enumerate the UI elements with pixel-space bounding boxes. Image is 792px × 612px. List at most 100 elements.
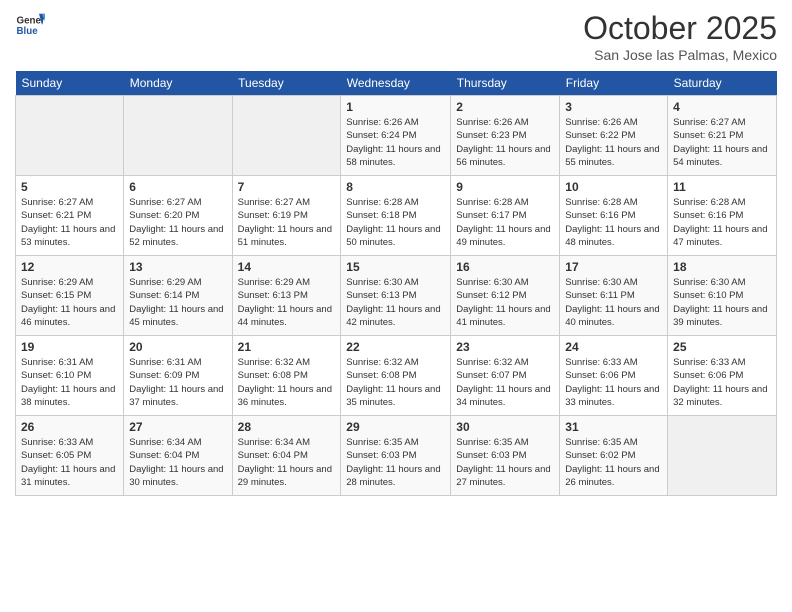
calendar-cell: 20 Sunrise: 6:31 AMSunset: 6:09 PMDayligh…	[124, 336, 232, 416]
day-number: 12	[21, 260, 118, 274]
day-number: 9	[456, 180, 554, 194]
day-number: 18	[673, 260, 771, 274]
day-number: 24	[565, 340, 662, 354]
day-number: 4	[673, 100, 771, 114]
day-info: Sunrise: 6:32 AMSunset: 6:08 PMDaylight:…	[346, 356, 445, 409]
day-number: 3	[565, 100, 662, 114]
day-info: Sunrise: 6:33 AMSunset: 6:06 PMDaylight:…	[673, 356, 771, 409]
day-info: Sunrise: 6:28 AMSunset: 6:16 PMDaylight:…	[565, 196, 662, 249]
calendar-cell: 2Sunrise: 6:26 AMSunset: 6:23 PMDaylight…	[451, 96, 560, 176]
weekday-header-sunday: Sunday	[16, 71, 124, 96]
calendar-cell: 22 Sunrise: 6:32 AMSunset: 6:08 PMDayligh…	[341, 336, 451, 416]
day-info: Sunrise: 6:26 AMSunset: 6:22 PMDaylight:…	[565, 116, 662, 169]
week-row-3: 12Sunrise: 6:29 AMSunset: 6:15 PMDayligh…	[16, 256, 777, 336]
logo: General Blue	[15, 10, 47, 40]
weekday-header-row: SundayMondayTuesdayWednesdayThursdayFrid…	[16, 71, 777, 96]
day-number: 20	[129, 340, 226, 354]
day-info: Sunrise: 6:26 AMSunset: 6:24 PMDaylight:…	[346, 116, 445, 169]
calendar-cell: 23Sunrise: 6:32 AMSunset: 6:07 PMDayligh…	[451, 336, 560, 416]
day-number: 31	[565, 420, 662, 434]
day-info: Sunrise: 6:28 AMSunset: 6:16 PMDaylight:…	[673, 196, 771, 249]
weekday-header-thursday: Thursday	[451, 71, 560, 96]
calendar-cell	[16, 96, 124, 176]
page: General Blue October 2025 San Jose las P…	[0, 0, 792, 612]
day-number: 30	[456, 420, 554, 434]
weekday-header-monday: Monday	[124, 71, 232, 96]
day-info: Sunrise: 6:35 AMSunset: 6:03 PMDaylight:…	[346, 436, 445, 489]
day-number: 11	[673, 180, 771, 194]
day-info: Sunrise: 6:30 AMSunset: 6:13 PMDaylight:…	[346, 276, 445, 329]
day-info: Sunrise: 6:35 AMSunset: 6:02 PMDaylight:…	[565, 436, 662, 489]
calendar-cell: 13 Sunrise: 6:29 AMSunset: 6:14 PMDayligh…	[124, 256, 232, 336]
calendar-cell: 6 Sunrise: 6:27 AMSunset: 6:20 PMDaylight…	[124, 176, 232, 256]
calendar-cell: 30Sunrise: 6:35 AMSunset: 6:03 PMDayligh…	[451, 416, 560, 496]
day-info: Sunrise: 6:33 AMSunset: 6:06 PMDaylight:…	[565, 356, 662, 409]
day-number: 8	[346, 180, 445, 194]
calendar-cell: 5 Sunrise: 6:27 AMSunset: 6:21 PMDaylight…	[16, 176, 124, 256]
calendar-cell	[124, 96, 232, 176]
weekday-header-saturday: Saturday	[668, 71, 777, 96]
day-number: 28	[238, 420, 336, 434]
day-info: Sunrise: 6:32 AMSunset: 6:08 PMDaylight:…	[238, 356, 336, 409]
weekday-header-tuesday: Tuesday	[232, 71, 341, 96]
calendar-cell	[668, 416, 777, 496]
week-row-2: 5 Sunrise: 6:27 AMSunset: 6:21 PMDaylight…	[16, 176, 777, 256]
day-info: Sunrise: 6:28 AMSunset: 6:18 PMDaylight:…	[346, 196, 445, 249]
day-number: 16	[456, 260, 554, 274]
calendar-cell: 1 Sunrise: 6:26 AMSunset: 6:24 PMDaylight…	[341, 96, 451, 176]
calendar-cell: 29 Sunrise: 6:35 AMSunset: 6:03 PMDayligh…	[341, 416, 451, 496]
day-info: Sunrise: 6:27 AMSunset: 6:21 PMDaylight:…	[21, 196, 118, 249]
calendar-table: SundayMondayTuesdayWednesdayThursdayFrid…	[15, 71, 777, 496]
day-number: 27	[129, 420, 226, 434]
calendar-cell: 19Sunrise: 6:31 AMSunset: 6:10 PMDayligh…	[16, 336, 124, 416]
calendar-cell: 3 Sunrise: 6:26 AMSunset: 6:22 PMDaylight…	[560, 96, 668, 176]
month-title: October 2025	[583, 10, 777, 47]
calendar-cell: 7 Sunrise: 6:27 AMSunset: 6:19 PMDaylight…	[232, 176, 341, 256]
calendar-cell: 9Sunrise: 6:28 AMSunset: 6:17 PMDaylight…	[451, 176, 560, 256]
day-number: 5	[21, 180, 118, 194]
calendar-cell: 4 Sunrise: 6:27 AMSunset: 6:21 PMDaylight…	[668, 96, 777, 176]
logo-icon: General Blue	[15, 10, 45, 40]
day-number: 6	[129, 180, 226, 194]
calendar-cell: 12Sunrise: 6:29 AMSunset: 6:15 PMDayligh…	[16, 256, 124, 336]
calendar-cell: 10Sunrise: 6:28 AMSunset: 6:16 PMDayligh…	[560, 176, 668, 256]
day-info: Sunrise: 6:27 AMSunset: 6:21 PMDaylight:…	[673, 116, 771, 169]
svg-text:Blue: Blue	[17, 26, 39, 37]
weekday-header-friday: Friday	[560, 71, 668, 96]
calendar-cell: 31 Sunrise: 6:35 AMSunset: 6:02 PMDayligh…	[560, 416, 668, 496]
day-number: 17	[565, 260, 662, 274]
calendar-cell: 8 Sunrise: 6:28 AMSunset: 6:18 PMDaylight…	[341, 176, 451, 256]
day-number: 14	[238, 260, 336, 274]
title-area: October 2025 San Jose las Palmas, Mexico	[583, 10, 777, 63]
weekday-header-wednesday: Wednesday	[341, 71, 451, 96]
day-info: Sunrise: 6:30 AMSunset: 6:10 PMDaylight:…	[673, 276, 771, 329]
day-number: 29	[346, 420, 445, 434]
day-number: 21	[238, 340, 336, 354]
day-info: Sunrise: 6:27 AMSunset: 6:20 PMDaylight:…	[129, 196, 226, 249]
day-info: Sunrise: 6:29 AMSunset: 6:14 PMDaylight:…	[129, 276, 226, 329]
day-number: 19	[21, 340, 118, 354]
week-row-5: 26Sunrise: 6:33 AMSunset: 6:05 PMDayligh…	[16, 416, 777, 496]
day-info: Sunrise: 6:34 AMSunset: 6:04 PMDaylight:…	[129, 436, 226, 489]
calendar-cell: 15 Sunrise: 6:30 AMSunset: 6:13 PMDayligh…	[341, 256, 451, 336]
day-info: Sunrise: 6:34 AMSunset: 6:04 PMDaylight:…	[238, 436, 336, 489]
day-info: Sunrise: 6:32 AMSunset: 6:07 PMDaylight:…	[456, 356, 554, 409]
day-number: 7	[238, 180, 336, 194]
calendar-cell: 18 Sunrise: 6:30 AMSunset: 6:10 PMDayligh…	[668, 256, 777, 336]
day-number: 22	[346, 340, 445, 354]
day-info: Sunrise: 6:31 AMSunset: 6:09 PMDaylight:…	[129, 356, 226, 409]
day-info: Sunrise: 6:29 AMSunset: 6:13 PMDaylight:…	[238, 276, 336, 329]
calendar-cell: 27 Sunrise: 6:34 AMSunset: 6:04 PMDayligh…	[124, 416, 232, 496]
day-number: 2	[456, 100, 554, 114]
day-info: Sunrise: 6:33 AMSunset: 6:05 PMDaylight:…	[21, 436, 118, 489]
calendar-cell: 11 Sunrise: 6:28 AMSunset: 6:16 PMDayligh…	[668, 176, 777, 256]
calendar-cell: 24 Sunrise: 6:33 AMSunset: 6:06 PMDayligh…	[560, 336, 668, 416]
day-info: Sunrise: 6:30 AMSunset: 6:11 PMDaylight:…	[565, 276, 662, 329]
calendar-cell: 28 Sunrise: 6:34 AMSunset: 6:04 PMDayligh…	[232, 416, 341, 496]
day-number: 13	[129, 260, 226, 274]
day-info: Sunrise: 6:27 AMSunset: 6:19 PMDaylight:…	[238, 196, 336, 249]
week-row-1: 1 Sunrise: 6:26 AMSunset: 6:24 PMDaylight…	[16, 96, 777, 176]
day-number: 15	[346, 260, 445, 274]
day-number: 1	[346, 100, 445, 114]
calendar-cell: 26Sunrise: 6:33 AMSunset: 6:05 PMDayligh…	[16, 416, 124, 496]
